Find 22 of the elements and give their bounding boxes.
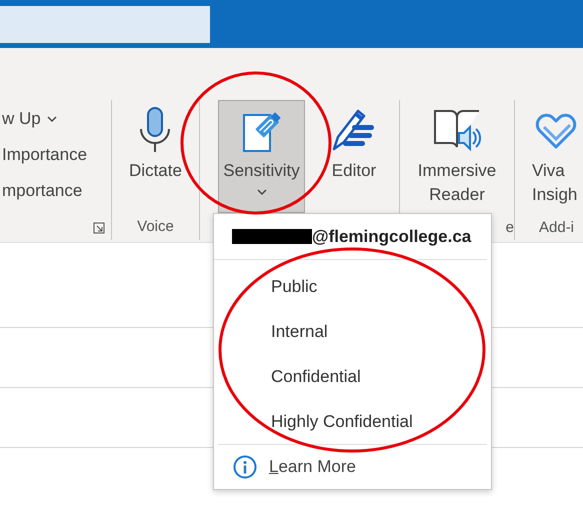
search-field[interactable] — [0, 6, 210, 42]
ribbon-button[interactable]: Sensitivity — [218, 100, 305, 213]
dialog-launcher-icon[interactable] — [93, 222, 105, 234]
group-label: Add-i — [539, 218, 574, 236]
ribbon-button[interactable]: Viva Insigh — [531, 100, 583, 214]
ribbon-command[interactable]: w Up — [0, 108, 111, 130]
group-label: Voice — [137, 218, 174, 234]
ribbon-command[interactable]: mportance — [0, 180, 111, 202]
group-label: e — [506, 218, 514, 236]
account-email: @flemingcollege.ca — [312, 226, 472, 246]
info-icon — [233, 455, 257, 479]
book-speaker-icon — [433, 107, 481, 153]
learn-more-link[interactable]: Learn More — [214, 445, 491, 489]
menu-item[interactable]: Highly Confidential — [214, 399, 491, 444]
menu-item[interactable]: Internal — [214, 309, 491, 354]
ribbon-command[interactable]: Importance — [0, 144, 111, 166]
menu-item[interactable]: Public — [214, 264, 491, 309]
ribbon-button[interactable]: Editor — [327, 100, 381, 190]
menu-item[interactable]: Confidential — [214, 354, 491, 399]
ribbon-button[interactable]: Immersive Reader — [407, 100, 507, 214]
microphone-icon — [138, 107, 172, 153]
ribbon-button[interactable]: Dictate — [126, 100, 185, 190]
